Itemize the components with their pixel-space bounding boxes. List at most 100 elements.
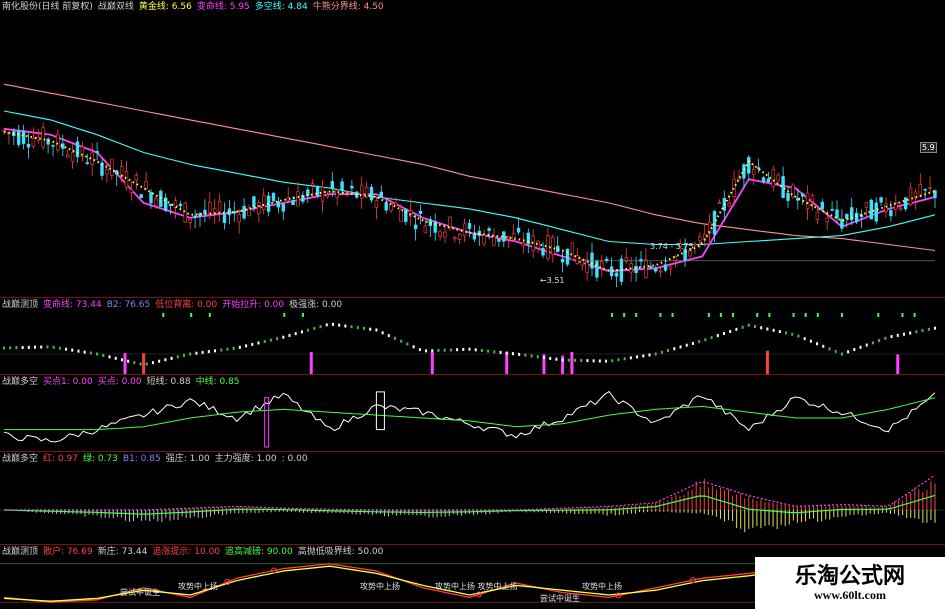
indicator-tick [102,353,105,357]
candle-body [604,258,609,262]
indicator-tick [847,350,850,354]
p5-tag: 攻势中上扬 [582,582,622,591]
indicator-tick [654,352,657,356]
indicator-tick [133,361,136,365]
candle-body [281,203,285,212]
indicator-panel-long-short: 战巅多空 买点1: 0.00 买点: 0.00 短线: 0.88 中线: 0.85 [0,375,945,451]
indicator-tick [350,325,353,329]
indicator-tick [809,339,812,343]
long-short-chart[interactable] [0,375,945,451]
strength-chart[interactable] [0,452,945,544]
indicator-tick [34,345,37,349]
top-detect-chart[interactable] [0,298,945,374]
signal-dot [208,313,211,317]
indicator-tick [52,345,55,349]
candle-body [404,208,408,222]
indicator-tick [207,350,210,354]
candle-body [188,219,192,223]
indicator-tick [418,348,421,352]
indicator-tick [331,322,334,326]
indicator-tick [754,324,757,328]
candle-body [453,237,457,240]
candle-body [521,242,526,246]
candle-body [154,198,158,206]
candle-body [482,234,486,245]
candle-body [448,216,452,228]
indicator-tick [375,328,378,332]
candle-body [124,171,129,188]
indicator-tick [214,349,217,353]
indicator-tick [145,362,148,366]
candle-body [864,202,869,208]
candle-body [845,214,849,219]
candle-body [56,134,60,151]
indicator-tick [766,327,769,331]
indicator-tick [859,345,862,349]
indicator-tick [611,359,614,363]
indicator-tick [462,347,465,351]
indicator-tick [406,342,409,346]
indicator-tick [592,359,595,363]
signal-dot [816,313,819,317]
candle-body [541,247,545,256]
candle-body [506,236,511,240]
candle-body [698,236,702,241]
indicator-tick [195,351,198,355]
candle-body [751,169,756,175]
indicator-tick [896,333,899,337]
signal-dot [659,313,662,317]
indicator-tick [567,358,570,362]
indicator-tick [189,352,192,356]
indicator-tick [667,348,670,352]
indicator-tick [660,350,663,354]
candle-body [252,196,256,208]
indicator-tick [251,342,254,346]
candle-body [781,176,785,198]
indicator-tick [288,333,291,337]
indicator-tick [902,332,905,336]
candle-body [898,207,903,210]
signal-bar [570,352,574,374]
candle-body [423,225,428,234]
indicator-tick [797,334,800,338]
p5-tag: 尝试中诞生 [120,588,160,597]
candle-body [727,202,731,207]
indicator-tick [648,353,651,357]
indicator-tick [934,326,936,330]
candle-body [443,231,447,238]
indicator-tick [636,355,639,359]
candle-body [330,181,334,189]
candle-body [242,205,246,219]
candle-body [359,184,364,199]
indicator-tick [71,348,74,352]
indicator-tick [362,326,365,330]
candle-body [413,224,418,230]
signal-bar [765,350,769,374]
candle-body [717,202,722,204]
signal-bar [505,352,509,374]
indicator-tick [96,352,99,356]
candle-body [786,193,790,201]
indicator-tick [605,359,608,363]
indicator-tick [437,348,440,352]
indicator-tick [431,349,434,353]
signal-dot [190,313,193,317]
candle-body [595,260,599,278]
indicator-tick [747,323,750,327]
trend-line-2 [4,474,936,511]
signal-dot [623,313,626,317]
signal-bar [561,355,565,374]
main-price-chart[interactable] [0,0,945,297]
candle-body [737,177,741,180]
watermark-url: www.60lt.com [814,588,886,602]
candle-body [374,200,379,208]
indicator-tick [518,352,521,356]
indicator-tick [65,347,68,351]
low-price-label: ←3.51 [540,276,565,285]
indicator-panel-strength: 战巅多空 红: 0.97 绿: 0.73 B1: 0.85 强庄: 1.00 主力强度: … [0,452,945,544]
indicator-tick [282,335,285,339]
indicator-tick [927,327,930,331]
candle-body [688,250,692,257]
candle-body [350,185,354,189]
candle-body [193,215,197,218]
